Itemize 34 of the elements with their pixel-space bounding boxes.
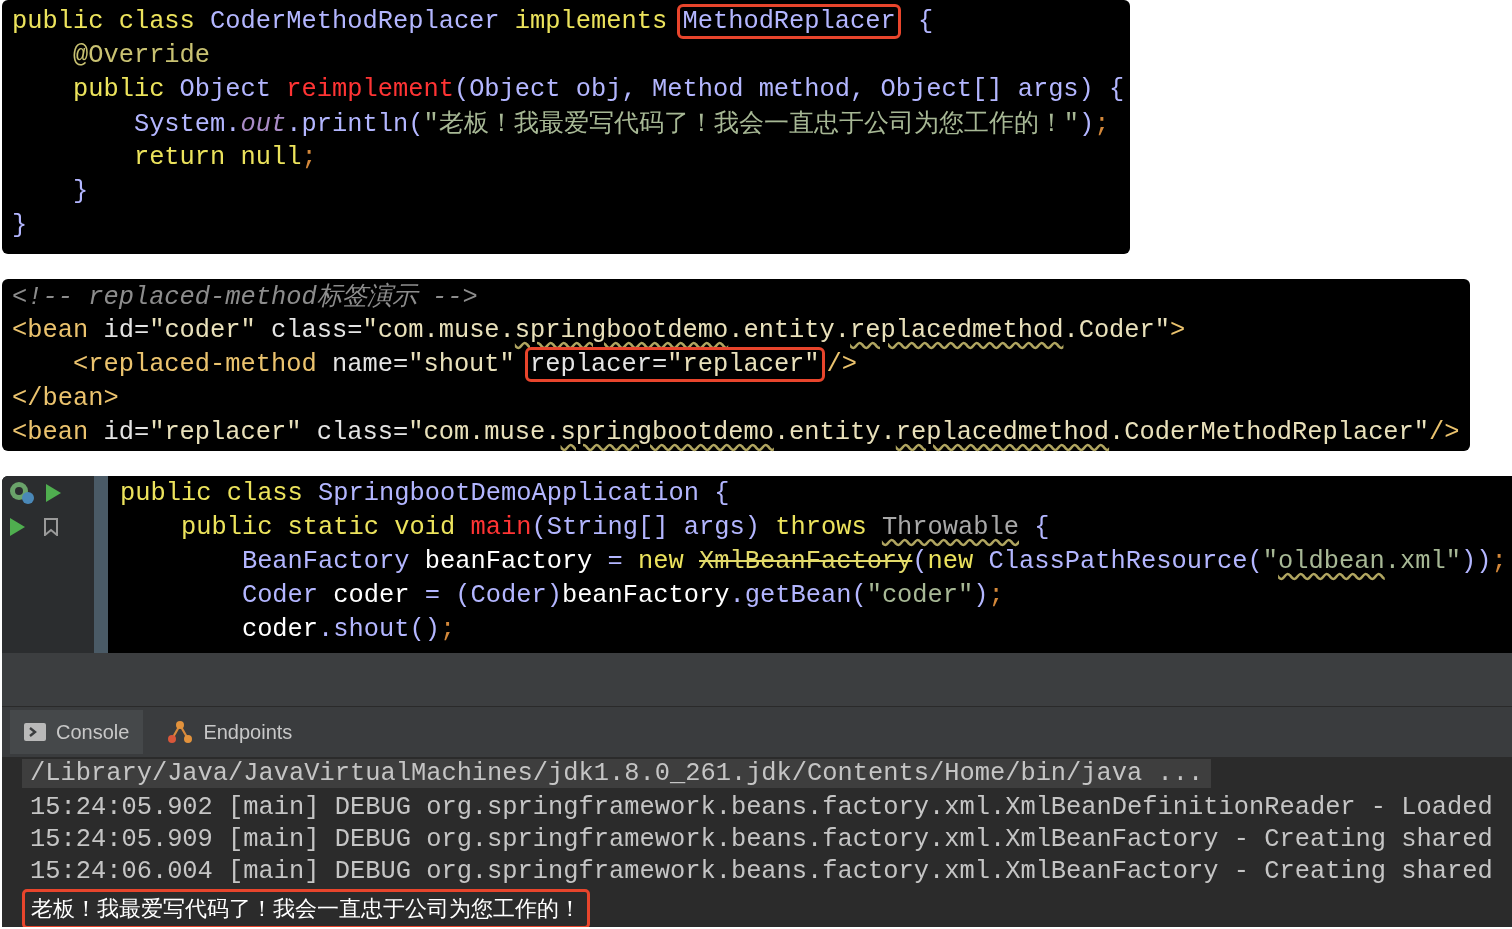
code-text: System.out.println("老板！我最爱写代码了！我会一直忠于公司为您工作的！"); [132, 109, 1110, 140]
bookmark-icon [44, 518, 58, 536]
code-text: <bean id="replacer" class="com.muse.springbootdemo.entity.replacedmethod.CoderMethodReplacer"/> [12, 417, 1460, 447]
console-command: /Library/Java/JavaVirtualMachines/jdk1.8.0_261.jdk/Contents/Home/bin/java ... [22, 759, 1212, 788]
code-text: public static void main(String[] args) throws Throwable { [179, 512, 1050, 542]
code-text: coder.shout(); [240, 614, 456, 644]
code-text: Coder coder = (Coder)beanFactory.getBean("coder"); [240, 580, 1004, 610]
log-line: 15:24:05.909 [main] DEBUG org.springframework.beans.factory.xml.XmlBeanFactory - Creating shared [29, 824, 1494, 854]
run-icon [44, 483, 62, 503]
tool-tab[interactable]: Endpoints [153, 710, 307, 754]
code-text: } [12, 210, 28, 240]
code-text: public class SpringbootDemoApplication { [120, 478, 730, 508]
log-line: 15:24:05.902 [main] DEBUG org.springframework.beans.factory.xml.XmlBeanDefinitionReader - Loaded [29, 792, 1494, 822]
code-text: <!-- replaced-method标签演示 --> [12, 281, 478, 313]
code-text: } [71, 176, 89, 206]
terminal-icon [24, 723, 46, 741]
code-text: @Override [71, 40, 211, 70]
code-text: { [917, 6, 934, 36]
console-output: 老板！我最爱写代码了！我会一直忠于公司为您工作的！ [22, 889, 590, 927]
code-text: /> [826, 349, 858, 379]
code-text: <replaced-method name="shout" [71, 349, 516, 379]
run-icon [8, 517, 26, 537]
code-text: return null; [132, 142, 317, 172]
bean-icon [8, 480, 36, 506]
highlighted-code: MethodReplacer [677, 3, 901, 39]
highlighted-code: replacer="replacer" [525, 346, 825, 382]
code-text: <bean id="coder" class="com.muse.springbootdemo.entity.replacedmethod.Coder"> [12, 315, 1186, 345]
code-text: BeanFactory beanFactory = new XmlBeanFactory(new ClassPathResource("oldbean.xml")); [240, 546, 1507, 576]
code-text: </bean> [12, 383, 119, 413]
code-text: public Object reimplement(Object obj, Method method, Object[] args) { [71, 74, 1125, 104]
nodes-icon [167, 720, 194, 744]
tool-tab[interactable]: Console [10, 710, 144, 754]
code-text: public class CoderMethodReplacer implements [12, 6, 669, 36]
log-line: 15:24:06.004 [main] DEBUG org.springframework.beans.factory.xml.XmlBeanFactory - Creating shared [29, 856, 1494, 886]
